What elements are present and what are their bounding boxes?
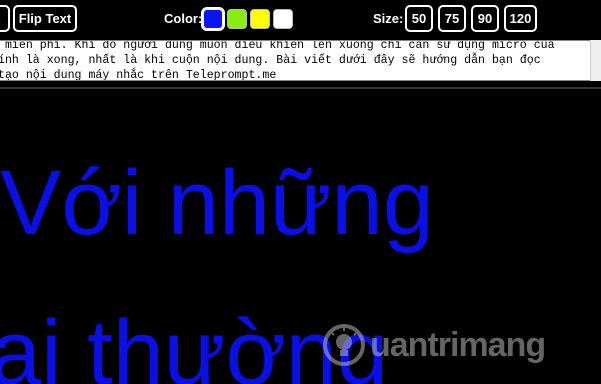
color-label: Color: (164, 11, 203, 26)
teleprompter-app: t Flip Text Color: Size: 50 75 90 120 mi… (0, 0, 601, 384)
script-line-3: tạo nội dung máy nhắc trên Teleprompt.me (0, 69, 277, 81)
size-label: Size: (373, 11, 404, 26)
size-button-75[interactable]: 75 (438, 5, 466, 32)
script-line-1: miễn phí. Khi đó người dùng muốn điều kh… (0, 40, 555, 52)
flip-text-button[interactable]: Flip Text (13, 5, 77, 32)
script-textarea[interactable]: miễn phí. Khi đó người dùng muốn điều kh… (0, 40, 598, 81)
watermark: uantrimang (322, 320, 546, 370)
size-button-120[interactable]: 120 (504, 5, 537, 32)
size-button-50[interactable]: 50 (405, 5, 433, 32)
lightbulb-logo-icon (323, 324, 365, 366)
toolbar: t Flip Text Color: Size: 50 75 90 120 (0, 0, 601, 40)
color-swatch-yellow[interactable] (250, 9, 270, 29)
size-button-90[interactable]: 90 (471, 5, 499, 32)
previous-button[interactable]: t (0, 5, 10, 32)
watermark-text: uantrimang (370, 325, 546, 364)
color-swatch-white[interactable] (273, 9, 293, 29)
color-swatch-green[interactable] (227, 9, 247, 29)
script-line-2: ính là xong, nhất là khi cuộn nội dung. … (0, 54, 541, 67)
script-scrollbar[interactable] (590, 40, 601, 81)
prompter-line-1: Với những (0, 152, 434, 254)
color-swatch-blue[interactable] (201, 7, 225, 31)
